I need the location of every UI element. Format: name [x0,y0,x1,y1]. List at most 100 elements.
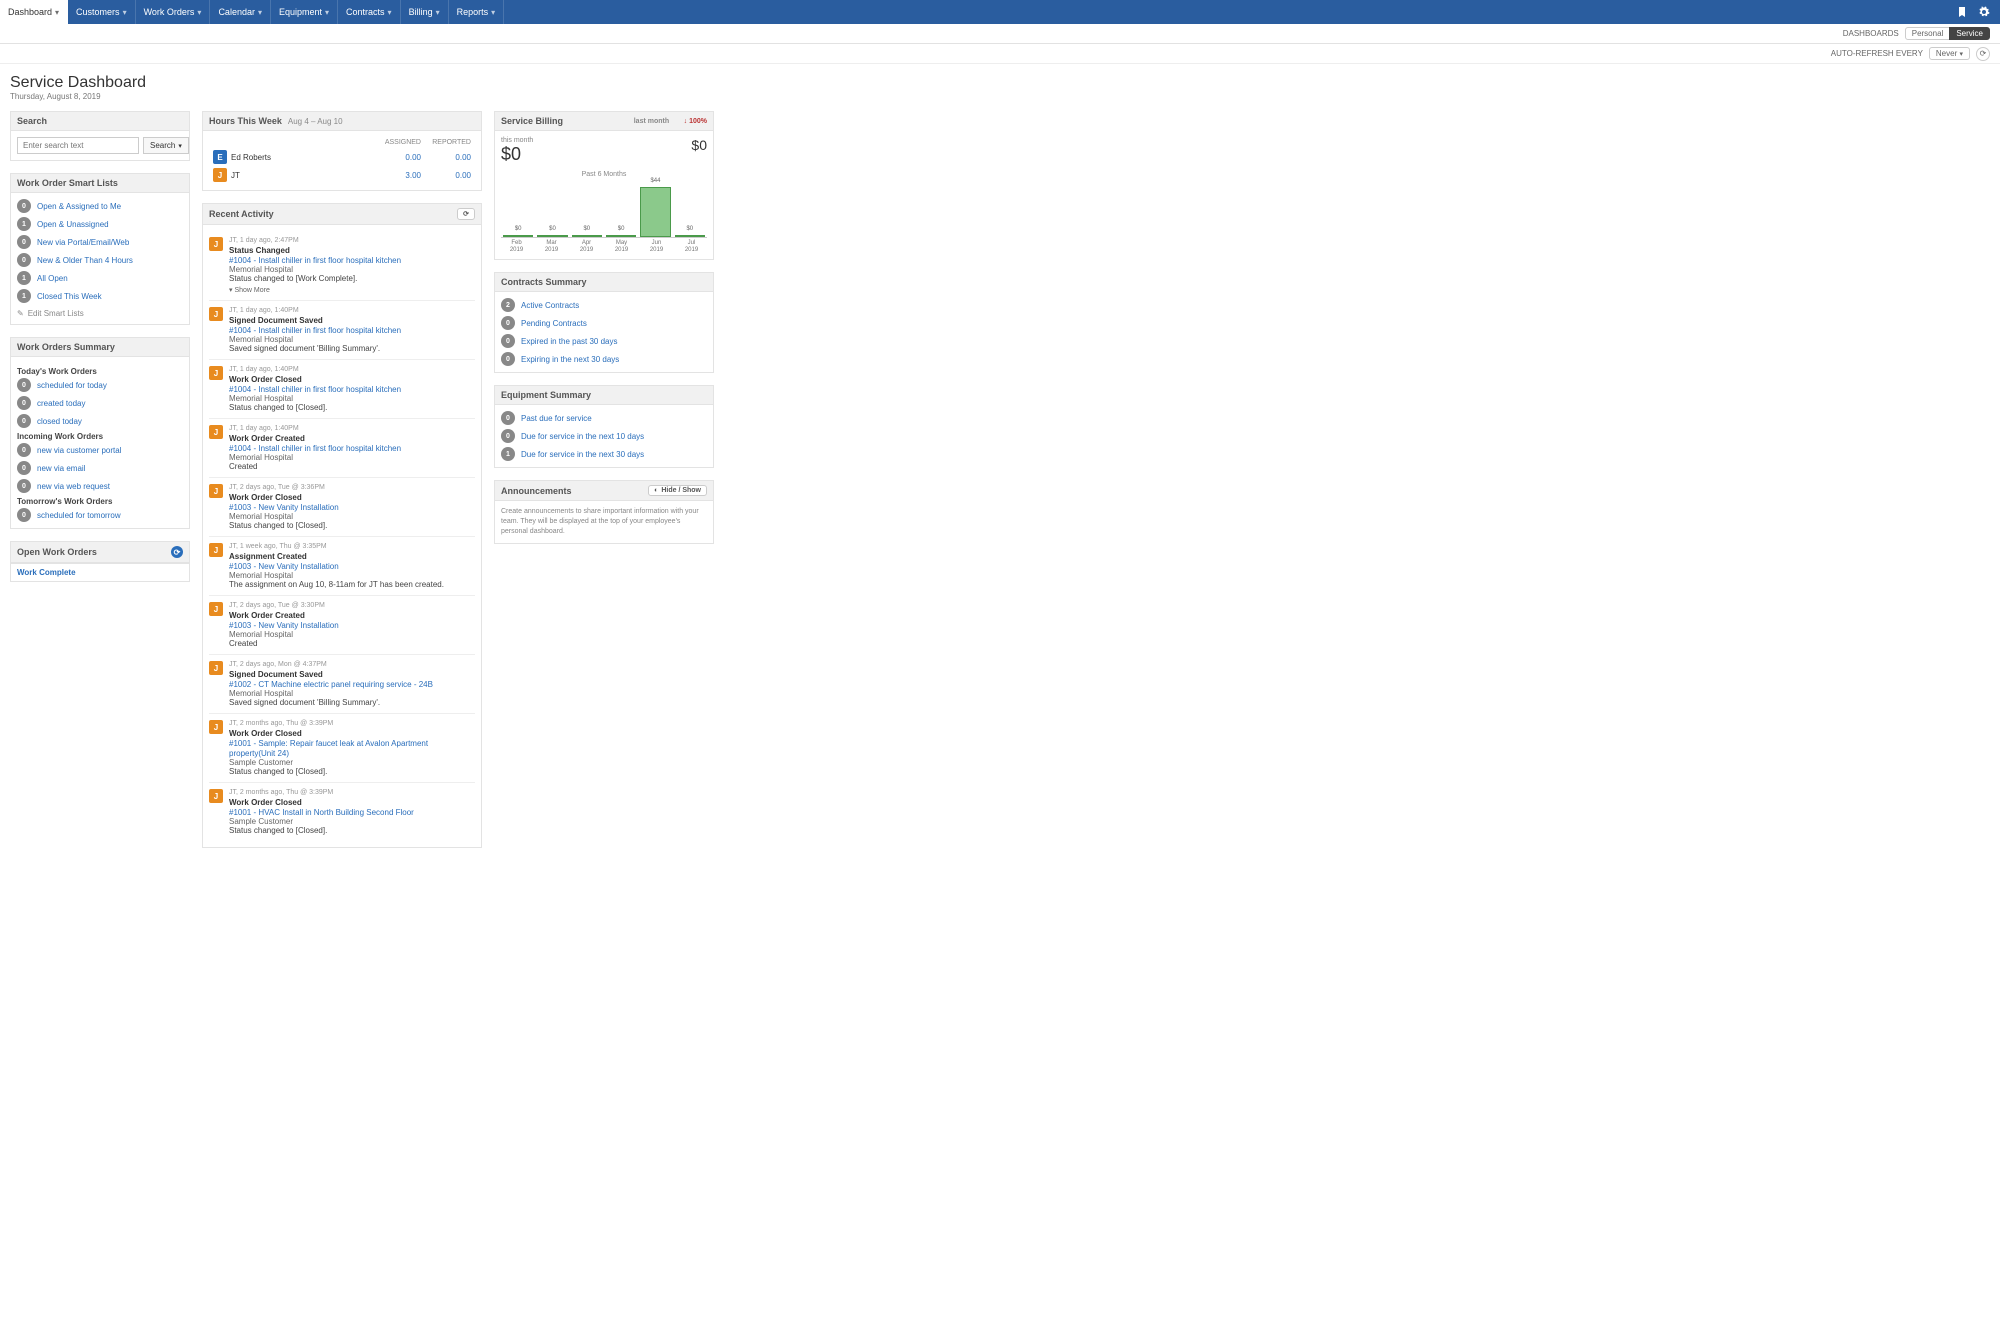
billing-last-month-label: last month [634,118,669,125]
smart-lists-panel: Work Order Smart Lists 0Open & Assigned … [10,173,190,325]
activity-link[interactable]: #1001 - Sample: Repair faucet leak at Av… [229,739,428,758]
activity-item: JJT, 1 day ago, 1:40PMWork Order Created… [209,418,475,477]
sub-bar: DASHBOARDS Personal Service [0,24,2000,44]
list-item[interactable]: 0Expiring in the next 30 days [501,352,707,366]
avatar: J [209,661,223,675]
list-item-label: Expired in the past 30 days [521,337,618,346]
list-item[interactable]: 1 Closed This Week [17,289,183,303]
refresh-bar: AUTO-REFRESH EVERY Never ▾ ⟳ [0,44,2000,64]
nav-tab-work-orders[interactable]: Work Orders▾ [136,0,211,24]
list-item[interactable]: 1Due for service in the next 30 days [501,447,707,461]
count-badge: 0 [17,461,31,475]
list-item[interactable]: 0Past due for service [501,411,707,425]
autorefresh-select[interactable]: Never ▾ [1929,47,1970,60]
hours-assigned[interactable]: 0.00 [375,148,425,166]
nav-tab-contracts[interactable]: Contracts▾ [338,0,401,24]
activity-link[interactable]: #1003 - New Vanity Installation [229,621,339,630]
list-item[interactable]: 0new via email [17,461,183,475]
chevron-down-icon: ▾ [55,8,59,17]
hours-assigned[interactable]: 3.00 [375,166,425,184]
list-item-label: All Open [37,274,68,283]
activity-body: Saved signed document 'Billing Summary'. [229,344,475,353]
activity-link[interactable]: #1002 - CT Machine electric panel requir… [229,680,433,689]
gear-icon[interactable] [1978,6,1990,18]
list-item[interactable]: 0New & Older Than 4 Hours [17,253,183,267]
activity-link[interactable]: #1004 - Install chiller in first floor h… [229,326,401,335]
search-panel: Search Search▾ [10,111,190,161]
chart-bar: $0 [572,235,602,237]
edit-smart-lists[interactable]: ✎Edit Smart Lists [17,309,183,318]
activity-title: Signed Document Saved [229,670,475,679]
activity-body: The assignment on Aug 10, 8-11am for JT … [229,580,475,589]
chart-bar-label: $0 [583,226,590,232]
refresh-now-button[interactable]: ⟳ [1976,47,1990,61]
list-item[interactable]: 0Pending Contracts [501,316,707,330]
list-item[interactable]: 0scheduled for today [17,378,183,392]
pill-personal[interactable]: Personal [1905,27,1951,40]
activity-link[interactable]: #1004 - Install chiller in first floor h… [229,444,401,453]
list-item[interactable]: 0created today [17,396,183,410]
bookmark-icon[interactable] [1956,6,1968,18]
activity-reload[interactable]: ⟳ [457,208,475,220]
activity-meta: JT, 1 week ago, Thu @ 3:35PM [229,543,475,550]
open-wo-bar[interactable]: Work Complete [10,564,190,582]
list-item[interactable]: 1Open & Unassigned [17,217,183,231]
hours-row[interactable]: JJT [209,166,375,184]
equipment-panel: Equipment Summary 0Past due for service0… [494,385,714,468]
list-item[interactable]: 0closed today [17,414,183,428]
list-item[interactable]: 0Open & Assigned to Me [17,199,183,213]
chart-bar: $44 [640,187,670,237]
nav-tab-reports[interactable]: Reports▾ [449,0,505,24]
activity-meta: JT, 1 day ago, 2:47PM [229,237,475,244]
show-more[interactable]: ▾ Show More [229,286,475,294]
activity-link[interactable]: #1004 - Install chiller in first floor h… [229,385,401,394]
activity-item: JJT, 1 day ago, 1:40PMSigned Document Sa… [209,300,475,359]
search-button[interactable]: Search▾ [143,137,189,154]
chart-x-label: Jul2019 [676,240,707,253]
avatar: J [209,366,223,380]
activity-link[interactable]: #1004 - Install chiller in first floor h… [229,256,401,265]
nav-tab-billing[interactable]: Billing▾ [401,0,449,24]
list-item-label: Pending Contracts [521,319,587,328]
activity-title: Assignment Created [229,552,475,561]
nav-tab-calendar[interactable]: Calendar▾ [210,0,271,24]
activity-link[interactable]: #1001 - HVAC Install in North Building S… [229,808,414,817]
nav-tab-customers[interactable]: Customers▾ [68,0,136,24]
list-item[interactable]: 0New via Portal/Email/Web [17,235,183,249]
list-item-label: Past due for service [521,414,592,423]
list-item-label: Closed This Week [37,292,102,301]
list-item-label: new via web request [37,482,110,491]
smart-lists-title: Work Order Smart Lists [11,174,189,193]
list-item[interactable]: 0new via web request [17,479,183,493]
activity-link[interactable]: #1003 - New Vanity Installation [229,562,339,571]
announcements-toggle[interactable]: ◐ Hide / Show [648,485,707,496]
page-title: Service Dashboard [10,74,1990,92]
activity-link[interactable]: #1003 - New Vanity Installation [229,503,339,512]
list-item[interactable]: 0scheduled for tomorrow [17,508,183,522]
activity-title: Work Order Created [229,434,475,443]
nav-tab-dashboard[interactable]: Dashboard▾ [0,0,68,24]
list-item-label: scheduled for tomorrow [37,511,121,520]
hours-reported[interactable]: 0.00 [425,166,475,184]
open-wo-refresh-icon[interactable]: ⟳ [171,546,183,558]
list-item[interactable]: 0Expired in the past 30 days [501,334,707,348]
nav-tab-equipment[interactable]: Equipment▾ [271,0,338,24]
pencil-icon: ✎ [17,309,24,318]
chart-x-label: Jun2019 [641,240,672,253]
hours-reported[interactable]: 0.00 [425,148,475,166]
search-input[interactable] [17,137,139,154]
chart-bar-label: $0 [515,226,522,232]
activity-customer: Memorial Hospital [229,512,475,521]
activity-customer: Memorial Hospital [229,453,475,462]
billing-chart-label: Past 6 Months [501,171,707,178]
hours-row[interactable]: EEd Roberts [209,148,375,166]
activity-body: Status changed to [Work Complete]. [229,274,475,283]
list-item[interactable]: 0new via customer portal [17,443,183,457]
count-badge: 1 [17,289,31,303]
pill-service[interactable]: Service [1949,27,1990,40]
activity-item: JJT, 2 days ago, Mon @ 4:37PMSigned Docu… [209,654,475,713]
list-item[interactable]: 1All Open [17,271,183,285]
activity-title: Work Order Closed [229,493,475,502]
list-item[interactable]: 2Active Contracts [501,298,707,312]
list-item[interactable]: 0Due for service in the next 10 days [501,429,707,443]
